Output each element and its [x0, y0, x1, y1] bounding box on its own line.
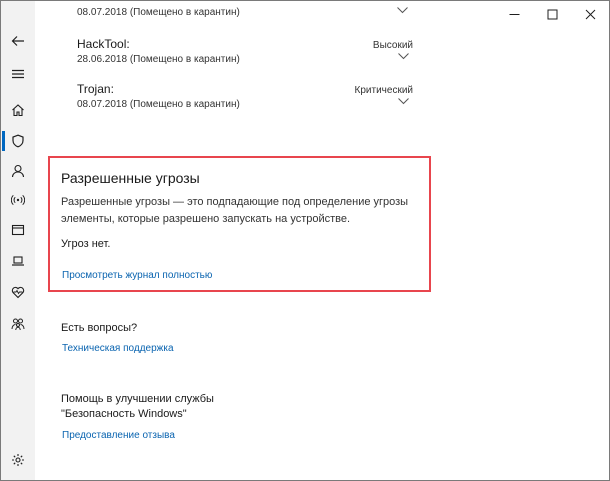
nav-item-home[interactable]: [1, 95, 35, 125]
nav-item-account[interactable]: [1, 156, 35, 186]
improve-title-line2: "Безопасность Windows": [61, 408, 187, 420]
threat-name: HackTool:: [77, 37, 130, 51]
nav-item-device-security[interactable]: [1, 246, 35, 276]
nav-item-family[interactable]: [1, 309, 35, 339]
nav-item-device-health[interactable]: [1, 277, 35, 307]
maximize-button[interactable]: [533, 1, 571, 27]
close-button[interactable]: [571, 1, 609, 27]
threat-date: 08.07.2018 (Помещено в карантин): [77, 99, 240, 110]
laptop-icon: [12, 256, 24, 266]
heart-icon: [11, 286, 25, 299]
wireless-icon: [11, 194, 25, 206]
nav-item-virus-protection[interactable]: [1, 126, 35, 156]
maximize-icon: [547, 9, 557, 19]
browser-icon: [11, 224, 25, 236]
threat-level: Критический: [354, 85, 413, 96]
app-window: 08.07.2018 (Помещено в карантин) HackToo…: [0, 0, 610, 481]
home-icon: [12, 104, 24, 117]
caption-buttons: [495, 1, 609, 27]
threat-date: 08.07.2018 (Помещено в карантин): [77, 7, 240, 18]
menu-icon: [12, 69, 24, 79]
threat-name: Trojan:: [77, 82, 114, 96]
minimize-icon: [509, 13, 519, 15]
tech-support-link[interactable]: Техническая поддержка: [62, 343, 174, 354]
family-icon: [11, 318, 25, 331]
view-full-log-link[interactable]: Просмотреть журнал полностью: [62, 270, 212, 281]
shield-icon: [12, 134, 24, 148]
chevron-down-icon[interactable]: [398, 98, 409, 105]
close-icon: [585, 9, 595, 19]
chevron-down-icon[interactable]: [398, 53, 409, 60]
minimize-button[interactable]: [495, 1, 533, 27]
back-icon: [11, 36, 24, 46]
nav-item-app-browser[interactable]: [1, 215, 35, 245]
nav-item-settings[interactable]: [1, 445, 35, 475]
allowed-threats-empty: Угроз нет.: [61, 238, 111, 250]
improve-title-line1: Помощь в улучшении службы: [61, 393, 214, 405]
nav-item-firewall[interactable]: [1, 185, 35, 215]
menu-button[interactable]: [1, 59, 35, 89]
back-button[interactable]: [1, 26, 35, 56]
feedback-link[interactable]: Предоставление отзыва: [62, 430, 175, 441]
threat-item[interactable]: HackTool: 28.06.2018 (Помещено в каранти…: [77, 37, 413, 77]
threat-date: 28.06.2018 (Помещено в карантин): [77, 54, 240, 65]
threat-level: Высокий: [372, 40, 413, 51]
chevron-down-icon[interactable]: [397, 7, 408, 14]
help-title: Есть вопросы?: [61, 322, 138, 334]
allowed-threats-description: Разрешенные угрозы — это подпадающие под…: [61, 196, 409, 225]
allowed-threats-title: Разрешенные угрозы: [61, 170, 200, 186]
nav-rail: [1, 1, 35, 480]
account-icon: [11, 164, 25, 178]
settings-icon: [12, 454, 24, 466]
threat-item[interactable]: Trojan: 08.07.2018 (Помещено в карантин)…: [77, 82, 413, 122]
